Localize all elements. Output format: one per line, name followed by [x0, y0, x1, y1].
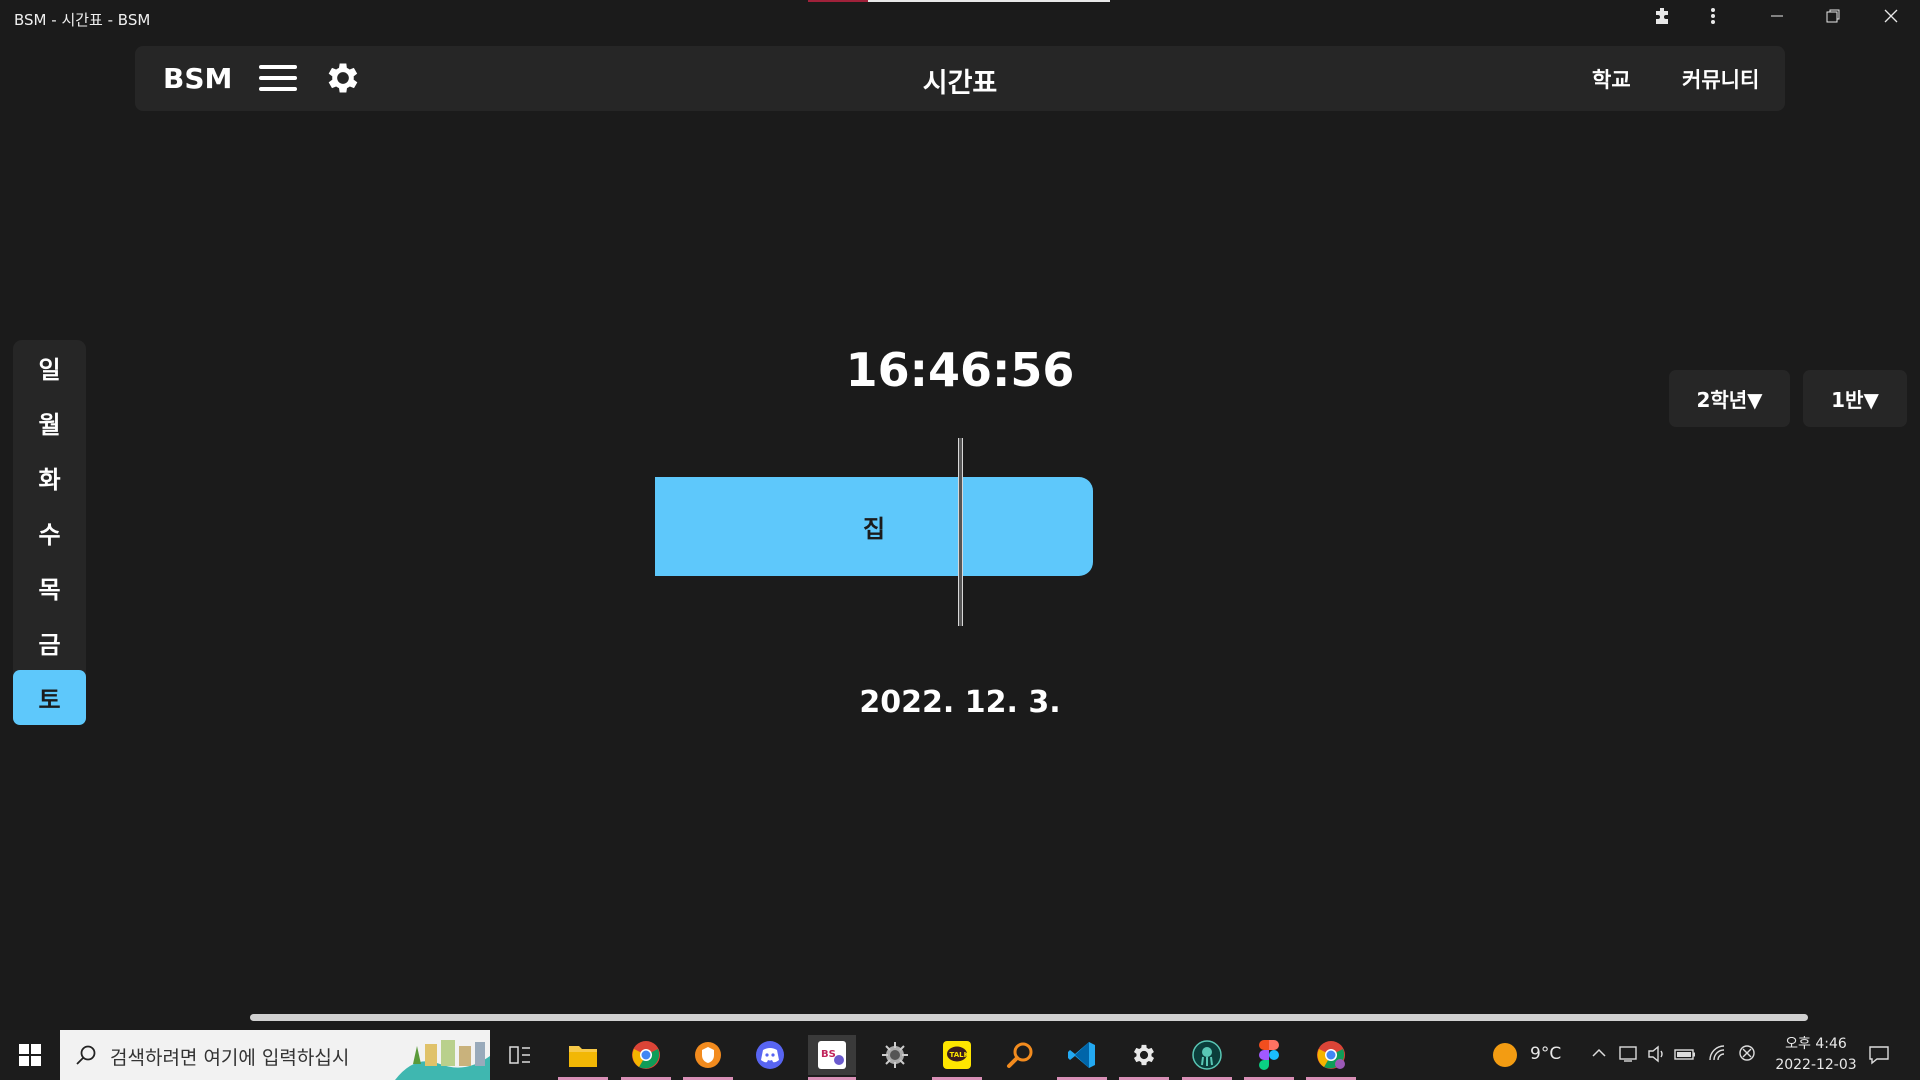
svg-text:TALK: TALK [950, 1051, 970, 1059]
kebab-icon[interactable] [1690, 0, 1736, 32]
app-header: BSM 시간표 학교 커뮤니티 [135, 46, 1785, 111]
class-select[interactable]: 1반▼ [1803, 370, 1907, 427]
chrome-icon[interactable] [621, 1035, 671, 1080]
current-date: 2022. 12. 3. [859, 685, 1061, 720]
day-wednesday[interactable]: 수 [13, 505, 86, 560]
file-explorer-icon[interactable] [558, 1035, 608, 1080]
vscode-icon[interactable] [1057, 1035, 1107, 1080]
bsm-app-icon[interactable]: BS [808, 1035, 856, 1080]
close-button[interactable] [1868, 0, 1914, 32]
vpn-shield-icon[interactable] [683, 1035, 733, 1080]
nav-community[interactable]: 커뮤니티 [1682, 64, 1759, 94]
restore-button[interactable] [1810, 0, 1856, 32]
day-thursday[interactable]: 목 [13, 560, 86, 615]
taskbar: 검색하려면 여기에 입력하십시 BS TALK 9°C 오후 4:46 2022… [0, 1030, 1920, 1080]
volume-icon[interactable] [1646, 1044, 1666, 1069]
weather-temp[interactable]: 9°C [1530, 1044, 1561, 1064]
gitkraken-icon[interactable] [1182, 1035, 1232, 1080]
page-title: 시간표 [922, 68, 998, 99]
period-label: 집 [862, 515, 886, 543]
tab-indicator [868, 0, 1110, 2]
wifi-icon[interactable] [1708, 1044, 1728, 1069]
day-friday[interactable]: 금 [13, 615, 86, 670]
figma-icon[interactable] [1244, 1035, 1294, 1080]
discord-icon[interactable] [750, 1035, 790, 1075]
search-tool-icon[interactable] [1000, 1035, 1040, 1075]
tab-indicator-left [808, 0, 868, 2]
no-connection-icon[interactable] [1738, 1044, 1756, 1067]
weather-icon[interactable] [1492, 1042, 1518, 1073]
nav-school[interactable]: 학교 [1592, 64, 1631, 94]
kakaotalk-icon[interactable]: TALK [932, 1035, 982, 1080]
day-monday[interactable]: 월 [13, 395, 86, 450]
svg-text:BS: BS [821, 1049, 836, 1060]
day-tuesday[interactable]: 화 [13, 450, 86, 505]
chevron-up-icon[interactable] [1590, 1044, 1608, 1067]
puzzle-icon[interactable] [1640, 0, 1686, 32]
task-view-icon[interactable] [500, 1035, 540, 1075]
windows-start-icon[interactable] [0, 1030, 60, 1080]
search-icon [76, 1045, 96, 1065]
window-title: BSM - 시간표 - BSM [14, 11, 151, 29]
search-placeholder: 검색하려면 여기에 입력하십시 [110, 1047, 350, 1069]
tray-time: 오후 4:46 [1785, 1036, 1847, 1052]
window-titlebar: BSM - 시간표 - BSM [0, 0, 1920, 36]
horizontal-scrollbar[interactable] [250, 1014, 1808, 1021]
search-highlight-art-icon [395, 1040, 490, 1080]
spark-app-icon[interactable] [875, 1035, 915, 1075]
battery-icon[interactable] [1674, 1044, 1696, 1069]
tray-date: 2022-12-03 [1775, 1057, 1857, 1073]
taskbar-search[interactable]: 검색하려면 여기에 입력하십시 [60, 1030, 490, 1080]
minimize-button[interactable] [1754, 0, 1800, 32]
timetable-period[interactable]: 집 [655, 477, 1093, 576]
taskbar-clock[interactable]: 오후 4:46 2022-12-03 [1766, 1034, 1866, 1076]
day-selector: 일 월 화 수 목 금 토 [13, 340, 86, 725]
settings-gear-icon[interactable] [1119, 1035, 1169, 1080]
current-time-indicator [958, 438, 963, 626]
network-monitor-icon[interactable] [1618, 1044, 1638, 1069]
grade-select[interactable]: 2학년▼ [1669, 370, 1790, 427]
current-time: 16:46:56 [845, 343, 1075, 397]
notification-icon[interactable] [1868, 1044, 1890, 1071]
chrome-profile-icon[interactable] [1306, 1035, 1356, 1080]
